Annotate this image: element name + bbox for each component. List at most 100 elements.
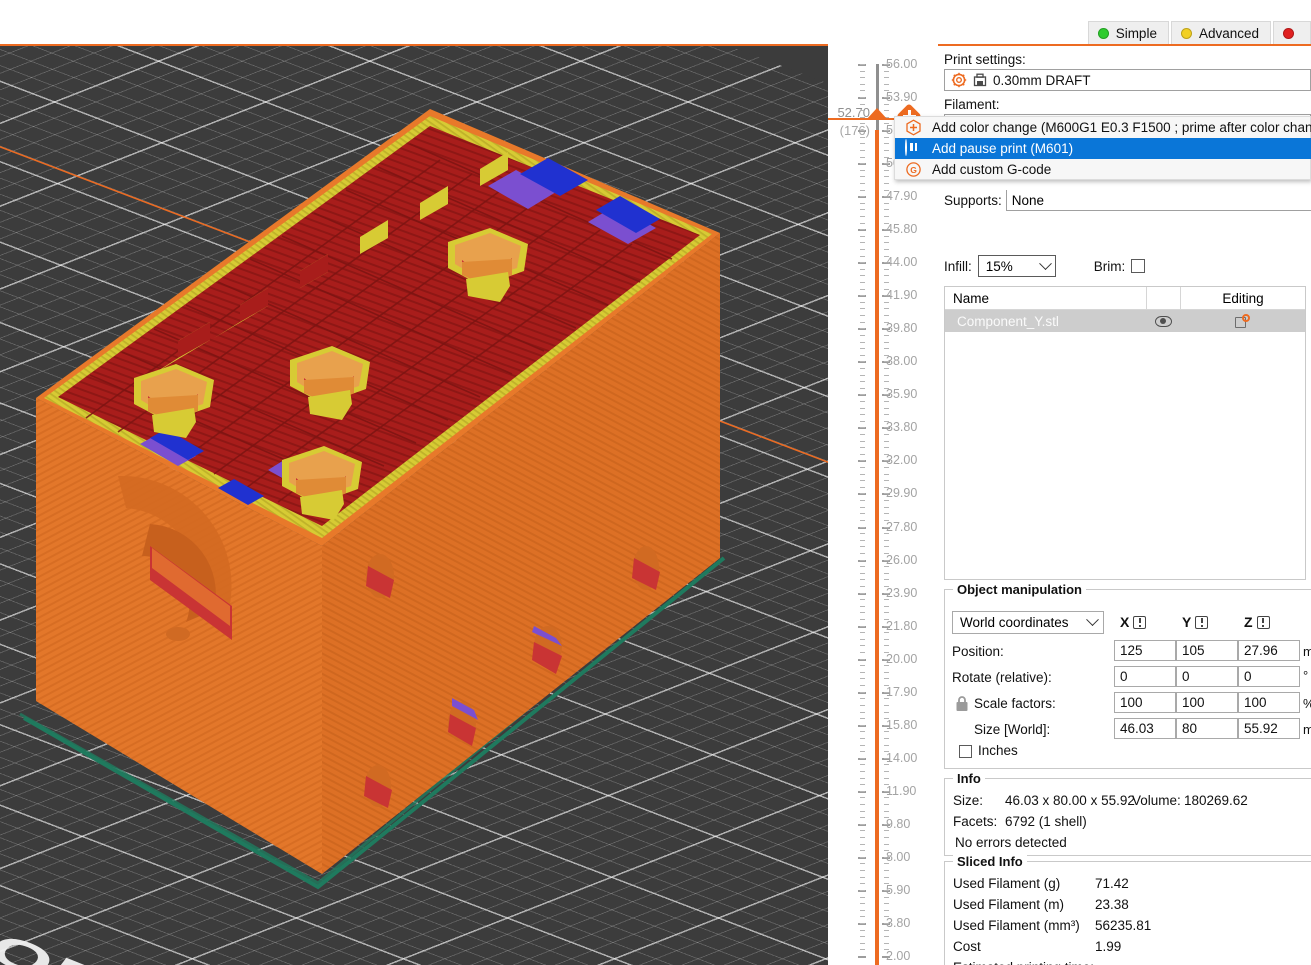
- layer-tick-minor: [860, 837, 865, 838]
- size-unit: mm: [1303, 722, 1311, 737]
- rotate-y-input[interactable]: 0: [1176, 666, 1238, 687]
- layer-tick-minor: [860, 599, 865, 600]
- mode-expert-button[interactable]: [1273, 21, 1311, 46]
- layer-tick-minor: [860, 639, 865, 640]
- sliced-label-1: Used Filament (m): [953, 897, 1065, 912]
- sliced-value-0: 71.42: [1095, 876, 1129, 891]
- edit-settings-icon[interactable]: [1180, 313, 1305, 329]
- layer-tick-minor: [860, 375, 865, 376]
- layer-tick-minor: [860, 414, 865, 415]
- top-bar: Simple Advanced: [0, 0, 1311, 48]
- sliced-label-3: Cost: [953, 939, 981, 954]
- coordinate-system-combo[interactable]: World coordinates: [952, 611, 1104, 634]
- menu-label-add-custom-gcode: Add custom G-code: [932, 162, 1052, 177]
- layer-tick-minor: [860, 857, 865, 858]
- rotate-z-input[interactable]: 0: [1238, 666, 1300, 687]
- layer-slider[interactable]: 52.70 (176) 56.00 53.90 51 50 47.90 45.80 44.0…: [828, 44, 938, 965]
- layer-tick-minor: [860, 223, 865, 224]
- layer-tick-minor: [860, 527, 865, 528]
- layer-tick-minor: [860, 560, 865, 561]
- inches-checkbox[interactable]: [959, 745, 972, 758]
- position-y-input[interactable]: 105: [1176, 640, 1238, 661]
- mode-simple-button[interactable]: Simple: [1087, 21, 1169, 46]
- layer-tick-label: 56.00: [886, 57, 918, 71]
- axis-label-z: Z: [1244, 614, 1253, 630]
- layer-tick-minor: [860, 718, 865, 719]
- infill-value: 15%: [985, 258, 1013, 274]
- axis-label-x: X: [1120, 614, 1130, 630]
- menu-item-add-pause-print[interactable]: Add pause print (M601): [895, 138, 1311, 159]
- brim-checkbox[interactable]: [1131, 259, 1146, 273]
- layer-tick-minor: [860, 850, 865, 851]
- infill-combo[interactable]: 15%: [977, 255, 1056, 277]
- brim-label: Brim:: [1093, 258, 1126, 274]
- layer-tick-label: 41.90: [886, 288, 918, 303]
- scale-y-input[interactable]: 100: [1176, 692, 1238, 713]
- info-title: Info: [953, 771, 985, 786]
- layer-tick-minor: [860, 632, 865, 633]
- menu-item-add-color-change[interactable]: Add color change (M600G1 E0.3 F1500 ; pr…: [895, 117, 1311, 138]
- layer-tick-minor: [860, 612, 865, 613]
- layer-tick-minor: [860, 84, 865, 85]
- gcode-marker-context-menu[interactable]: Add color change (M600G1 E0.3 F1500 ; pr…: [894, 116, 1311, 180]
- svg-text:G: G: [910, 165, 917, 175]
- mode-simple-dot: [1097, 28, 1109, 39]
- axis-header-x: X: [1120, 614, 1147, 630]
- axis-gizmo-z-icon[interactable]: [1256, 615, 1270, 629]
- object-list[interactable]: Name Editing Component_Y.stl: [944, 286, 1306, 580]
- sliced-model-preview[interactable]: [0, 46, 828, 965]
- uniform-scale-lock-icon[interactable]: [955, 696, 969, 712]
- size-x-input[interactable]: 46.03: [1114, 718, 1176, 739]
- size-y-input[interactable]: 80: [1176, 718, 1238, 739]
- mode-advanced-button[interactable]: Advanced: [1170, 21, 1271, 46]
- scale-z-input[interactable]: 100: [1238, 692, 1300, 713]
- scale-x-input[interactable]: 100: [1114, 692, 1176, 713]
- layer-tick-minor: [860, 778, 865, 779]
- print-settings-combo[interactable]: 0.30mm DRAFT: [944, 69, 1311, 91]
- axis-gizmo-y-icon[interactable]: [1195, 615, 1209, 629]
- position-x-input[interactable]: 125: [1114, 640, 1176, 661]
- info-size-value: 46.03 x 80.00 x 55.92: [1005, 793, 1135, 808]
- sliced-info-group: Sliced Info Used Filament (g) 71.42 Used…: [944, 854, 1311, 965]
- layer-tick-minor: [860, 355, 865, 356]
- layer-tick-label: 3.80: [886, 915, 911, 930]
- layer-tick-minor: [860, 758, 865, 759]
- layer-tick-minor: [860, 566, 865, 567]
- layer-tick-minor: [860, 791, 865, 792]
- layer-tick-label: 9.80: [886, 816, 911, 831]
- layer-tick-minor: [860, 659, 865, 660]
- layer-tick-minor: [860, 685, 865, 686]
- eye-icon[interactable]: [1146, 315, 1180, 327]
- supports-combo[interactable]: None: [1005, 190, 1311, 211]
- layer-tick-minor: [860, 692, 865, 693]
- size-z-input[interactable]: 55.92: [1238, 718, 1300, 739]
- layer-tick-minor: [860, 804, 865, 805]
- layer-slider-track-upper[interactable]: [876, 64, 879, 132]
- table-row[interactable]: Component_Y.stl: [945, 310, 1305, 332]
- layer-tick-minor: [860, 441, 865, 442]
- layer-tick-minor: [860, 282, 865, 283]
- info-facets-value: 6792 (1 shell): [1005, 814, 1087, 829]
- rotate-x-input[interactable]: 0: [1114, 666, 1176, 687]
- layer-tick-label: 45.80: [886, 222, 918, 237]
- layer-tick-minor: [860, 71, 865, 72]
- layer-tick-minor: [860, 705, 865, 706]
- layer-tick-minor: [860, 910, 865, 911]
- custom-gcode-icon: G: [905, 161, 922, 178]
- layer-tick-label: 8.00: [886, 849, 911, 864]
- mode-advanced-label: Advanced: [1198, 26, 1259, 41]
- 3d-viewport[interactable]: ORIGIN: [0, 44, 828, 965]
- mode-selector: Simple Advanced: [1086, 21, 1311, 46]
- position-z-input[interactable]: 27.96: [1238, 640, 1300, 661]
- layer-tick-minor: [860, 157, 865, 158]
- layer-slider-handle[interactable]: [866, 108, 888, 120]
- menu-item-add-custom-gcode[interactable]: G Add custom G-code: [895, 159, 1310, 180]
- axis-gizmo-x-icon[interactable]: [1133, 615, 1147, 629]
- layer-slider-track-lower[interactable]: [875, 130, 879, 965]
- layer-tick-minor: [860, 361, 865, 362]
- layer-tick-label: 53.90: [886, 90, 918, 105]
- estimated-time-label: Estimated printing time:: [953, 960, 1094, 965]
- object-manipulation-group: Object manipulation World coordinates X …: [944, 582, 1311, 769]
- sliced-label-2: Used Filament (mm³): [953, 918, 1080, 933]
- layer-tick-minor: [860, 421, 865, 422]
